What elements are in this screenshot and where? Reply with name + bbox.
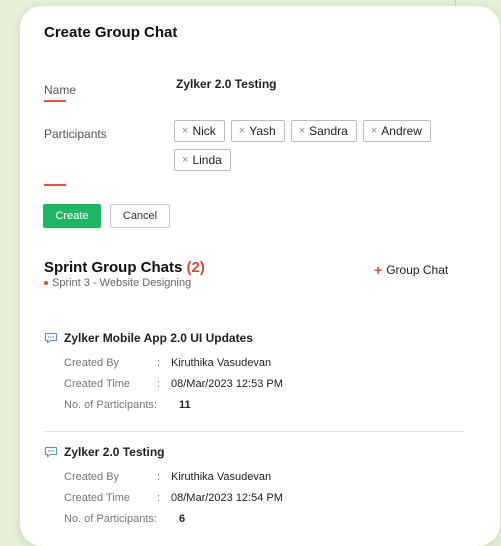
chat-count-badge: (2)	[186, 259, 205, 276]
participants-count-row: No. of Participants: 6	[44, 508, 464, 529]
sprint-name: Sprint 3 - Website Designing	[52, 277, 192, 289]
created-time-value: 08/Mar/2023 12:53 PM	[171, 377, 283, 390]
chat-divider	[44, 431, 464, 432]
remove-icon[interactable]: ×	[371, 125, 377, 137]
created-time-value: 08/Mar/2023 12:54 PM	[171, 491, 283, 504]
name-label-underline	[44, 100, 66, 102]
participant-name: Andrew	[381, 124, 422, 138]
meta-separator: :	[157, 377, 161, 390]
participant-chip: × Sandra	[290, 120, 357, 142]
add-group-chat-button[interactable]: + Group Chat	[374, 262, 448, 278]
chat-title[interactable]: Zylker Mobile App 2.0 UI Updates	[64, 331, 253, 345]
chat-title[interactable]: Zylker 2.0 Testing	[64, 445, 164, 459]
created-time-label: Created Time	[64, 491, 131, 504]
participants-label: Participants	[44, 127, 107, 141]
plus-icon: +	[374, 262, 383, 278]
remove-icon[interactable]: ×	[299, 125, 305, 137]
participant-chip: × Andrew	[362, 120, 431, 142]
remove-icon[interactable]: ×	[239, 125, 245, 137]
name-field[interactable]: Zylker 2.0 Testing	[176, 77, 276, 91]
participant-chip: × Yash	[230, 120, 285, 142]
chat-bubble-icon	[44, 332, 58, 344]
created-by-value: Kiruthika Vasudevan	[171, 470, 272, 483]
chat-title-row: Zylker Mobile App 2.0 UI Updates	[44, 330, 464, 346]
remove-icon[interactable]: ×	[182, 125, 188, 137]
chat-title-row: Zylker 2.0 Testing	[44, 444, 464, 460]
participant-chip: × Nick	[174, 120, 225, 142]
created-by-row: Created By : Kiruthika Vasudevan	[44, 352, 464, 373]
cancel-button[interactable]: Cancel	[110, 204, 170, 228]
created-time-row: Created Time : 08/Mar/2023 12:54 PM	[44, 487, 464, 508]
participant-name: Yash	[249, 124, 276, 138]
participants-count-row: No. of Participants: 11	[44, 394, 464, 415]
participants-count-value: 6	[179, 512, 186, 525]
sprint-dot-icon	[44, 281, 48, 285]
participants-count-label: No. of Participants:	[64, 398, 157, 411]
created-by-value: Kiruthika Vasudevan	[171, 356, 272, 369]
create-button[interactable]: Create	[43, 204, 101, 228]
meta-separator: :	[157, 470, 161, 483]
form-title: Create Group Chat	[44, 24, 178, 41]
meta-separator: :	[157, 356, 161, 369]
participant-name: Linda	[192, 153, 222, 167]
participant-name: Sandra	[309, 124, 348, 138]
meta-separator: :	[157, 491, 161, 504]
created-by-row: Created By : Kiruthika Vasudevan	[44, 466, 464, 487]
participants-count-label: No. of Participants:	[64, 512, 157, 525]
participant-chip: × Linda	[174, 149, 231, 171]
sprint-label: Sprint 3 - Website Designing	[44, 277, 191, 289]
name-label: Name	[44, 83, 77, 97]
group-chat-item[interactable]: Zylker 2.0 Testing Created By : Kiruthik…	[44, 444, 464, 529]
participant-name: Nick	[192, 124, 216, 138]
created-time-label: Created Time	[64, 377, 131, 390]
participants-field[interactable]: × Nick × Yash × Sandra × Andrew × Linda	[174, 120, 464, 171]
chat-bubble-icon	[44, 446, 58, 458]
add-group-chat-label: Group Chat	[386, 263, 449, 277]
participants-label-underline	[44, 184, 66, 186]
created-by-label: Created By	[64, 356, 120, 369]
created-time-row: Created Time : 08/Mar/2023 12:53 PM	[44, 373, 464, 394]
participants-count-value: 11	[179, 398, 191, 411]
section-title: Sprint Group Chats (2)	[44, 259, 205, 276]
remove-icon[interactable]: ×	[182, 154, 188, 166]
group-chat-item[interactable]: Zylker Mobile App 2.0 UI Updates Created…	[44, 330, 464, 415]
created-by-label: Created By	[64, 470, 120, 483]
section-title-text: Sprint Group Chats	[44, 259, 183, 276]
